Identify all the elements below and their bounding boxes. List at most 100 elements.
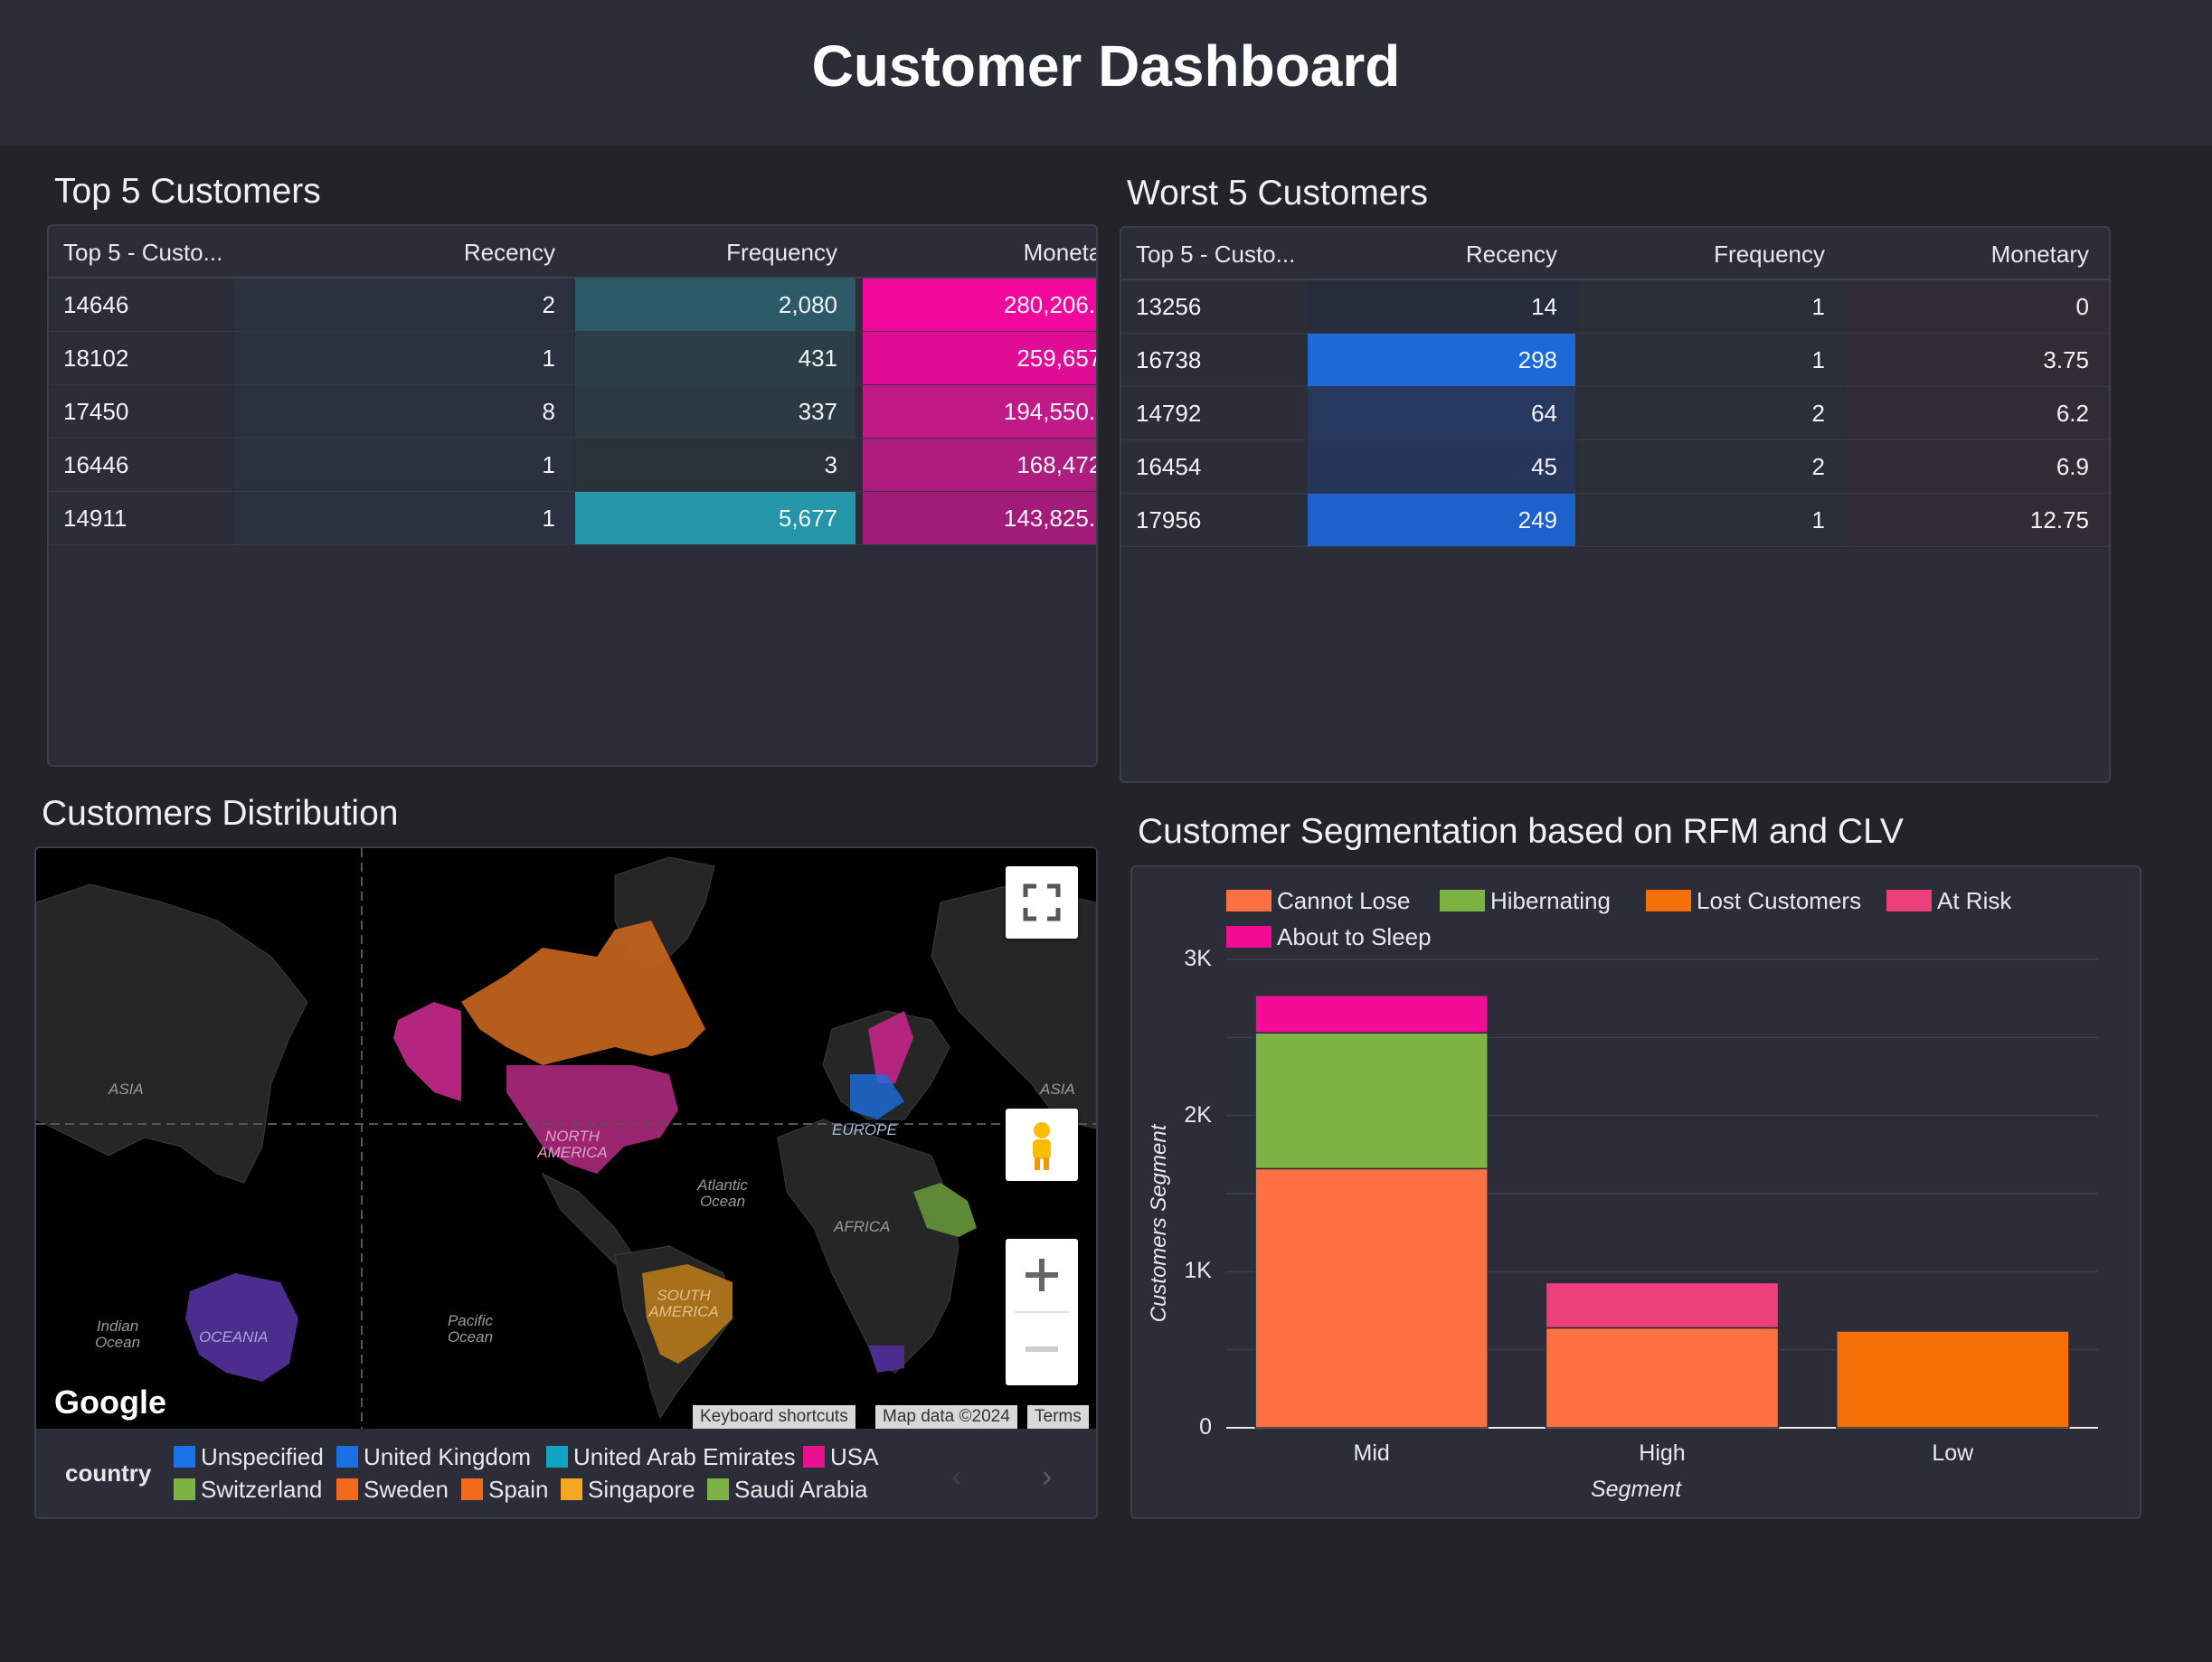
- legend-prev-button[interactable]: ‹: [951, 1459, 961, 1495]
- legend-label: Switzerland: [201, 1476, 323, 1503]
- metric-cell: 6.2: [1848, 387, 2107, 439]
- legend-swatch: [174, 1478, 195, 1500]
- table-header: Top 5 - Custo... Recency Frequency Monetary: [1121, 228, 2109, 280]
- bar-segment[interactable]: [1836, 1330, 2070, 1429]
- metric-cell: 3: [575, 439, 855, 491]
- map-legend-item[interactable]: USA: [803, 1443, 878, 1471]
- x-tick-label: Low: [1932, 1440, 1974, 1466]
- worst5-title: Worst 5 Customers: [1127, 174, 1429, 212]
- zoom-in-button[interactable]: [1006, 1239, 1078, 1311]
- table-row[interactable]: 13256 14 1 0: [1121, 280, 2109, 334]
- pegman-icon: [1033, 1122, 1051, 1170]
- map-legend-item[interactable]: Switzerland: [174, 1476, 322, 1504]
- customer-id-cell: 17450: [63, 398, 129, 425]
- map-label-africa: AFRICA: [834, 1218, 891, 1235]
- map-label-europe: EUROPE: [832, 1121, 897, 1138]
- metric-cell: 143,825.06: [863, 492, 1096, 544]
- legend-next-button[interactable]: ›: [1042, 1459, 1052, 1495]
- metric-cell: 1: [235, 492, 573, 544]
- map-data-attribution: Map data ©2024: [875, 1405, 1017, 1429]
- legend-label: Unspecified: [201, 1443, 324, 1470]
- table-row[interactable]: 14911 15,677143,825.06: [49, 492, 1096, 545]
- legend-swatch: [707, 1478, 729, 1500]
- map-legend-item[interactable]: Sweden: [336, 1476, 449, 1504]
- customer-id-cell: 14792: [1136, 400, 1202, 427]
- legend-swatch: [336, 1478, 358, 1500]
- table-row[interactable]: 17450 8337194,550.79: [49, 385, 1096, 439]
- bar-segment[interactable]: [1254, 1167, 1489, 1429]
- y-tick-label: 1K: [1184, 1258, 1212, 1284]
- legend-swatch: [561, 1478, 582, 1500]
- metric-cell: 3.75: [1848, 334, 2107, 386]
- map-legend-item[interactable]: United Arab Emirates: [546, 1443, 796, 1471]
- bar-segment[interactable]: [1545, 1327, 1780, 1429]
- legend-swatch: [174, 1446, 195, 1468]
- table-row[interactable]: 16454 45 2 6.9: [1121, 440, 2109, 494]
- map-label-oceania: OCEANIA: [199, 1328, 269, 1346]
- bar-segment[interactable]: [1545, 1281, 1780, 1329]
- table-row[interactable]: 16446 13168,472.5: [49, 439, 1096, 492]
- column-header[interactable]: Recency: [235, 239, 555, 267]
- metric-cell: 431: [575, 332, 855, 384]
- street-view-button[interactable]: [1006, 1109, 1078, 1181]
- metric-cell: 2: [1579, 387, 1843, 439]
- metric-cell: 337: [575, 385, 855, 438]
- column-header[interactable]: Frequency: [575, 239, 837, 267]
- legend-label: Spain: [488, 1476, 549, 1503]
- metric-cell: 194,550.79: [863, 385, 1096, 438]
- metric-cell: 280,206.02: [863, 279, 1096, 331]
- chevron-left-icon: ‹: [951, 1459, 962, 1494]
- map-label-indian-ocean: Indian Ocean: [94, 1317, 141, 1351]
- legend-label: United Arab Emirates: [573, 1443, 796, 1470]
- bar-segment[interactable]: [1254, 994, 1489, 1034]
- legend-label: Sweden: [364, 1476, 449, 1503]
- minus-icon: [1026, 1346, 1058, 1352]
- table-row[interactable]: 17956 249 1 12.75: [1121, 494, 2109, 547]
- x-tick-label: Mid: [1353, 1440, 1390, 1466]
- column-header[interactable]: Frequency: [1579, 241, 1825, 269]
- google-logo: Google: [54, 1383, 166, 1421]
- map-legend-item[interactable]: United Kingdom: [336, 1443, 531, 1471]
- customer-id-cell: 18102: [63, 345, 129, 372]
- top5-table[interactable]: Top 5 - Custo... Recency Frequency Monetary…: [47, 224, 1098, 767]
- map-label-pacific-ocean: Pacific Ocean: [447, 1312, 494, 1346]
- customer-id-cell: 13256: [1136, 293, 1202, 320]
- worst5-table[interactable]: Top 5 - Custo... Recency Frequency Monetary…: [1120, 226, 2111, 783]
- terms-link[interactable]: Terms: [1027, 1405, 1089, 1429]
- plus-icon: [1026, 1259, 1058, 1291]
- map-legend-item[interactable]: Unspecified: [174, 1443, 324, 1471]
- map-land-central-america: [541, 1172, 634, 1265]
- world-map[interactable]: ASIA ASIA NORTH AMERICA EUROPE Atlantic …: [36, 848, 1096, 1429]
- column-header[interactable]: Top 5 - Custo...: [1136, 241, 1295, 269]
- map-label-north-america: NORTH AMERICA: [537, 1128, 608, 1161]
- customer-id-cell: 14911: [63, 505, 128, 532]
- map-legend-item[interactable]: Saudi Arabia: [707, 1476, 867, 1504]
- table-row[interactable]: 14646 22,080280,206.02: [49, 279, 1096, 332]
- bar-segment[interactable]: [1254, 1032, 1489, 1170]
- table-header: Top 5 - Custo... Recency Frequency Monetary: [49, 226, 1096, 279]
- column-header[interactable]: Top 5 - Custo...: [63, 239, 222, 267]
- keyboard-shortcuts-link[interactable]: Keyboard shortcuts: [693, 1405, 855, 1429]
- metric-cell: 14: [1308, 280, 1575, 333]
- column-header[interactable]: Monetary: [1848, 241, 2089, 269]
- customer-id-cell: 16738: [1136, 346, 1202, 373]
- metric-cell: 168,472.5: [863, 439, 1096, 491]
- metric-cell: 298: [1308, 334, 1575, 386]
- segmentation-chart: [1226, 958, 2098, 1429]
- table-row[interactable]: 16738 298 1 3.75: [1121, 334, 2109, 387]
- y-tick-label: 3K: [1184, 946, 1212, 971]
- map-legend-item[interactable]: Singapore: [561, 1476, 695, 1504]
- map-legend-title: country: [65, 1459, 152, 1487]
- fullscreen-button[interactable]: [1006, 866, 1078, 939]
- legend-swatch: [336, 1446, 358, 1468]
- legend-swatch: [461, 1478, 483, 1500]
- zoom-out-button[interactable]: [1006, 1313, 1078, 1385]
- zoom-control: [1006, 1239, 1078, 1385]
- customer-id-cell: 14646: [63, 291, 129, 318]
- table-row[interactable]: 14792 64 2 6.2: [1121, 387, 2109, 440]
- map-legend-item[interactable]: Spain: [461, 1476, 549, 1504]
- column-header[interactable]: Recency: [1308, 241, 1557, 269]
- metric-cell: 2,080: [575, 279, 855, 331]
- column-header[interactable]: Monetary: [863, 239, 1096, 267]
- table-row[interactable]: 18102 1431259,657.3: [49, 332, 1096, 385]
